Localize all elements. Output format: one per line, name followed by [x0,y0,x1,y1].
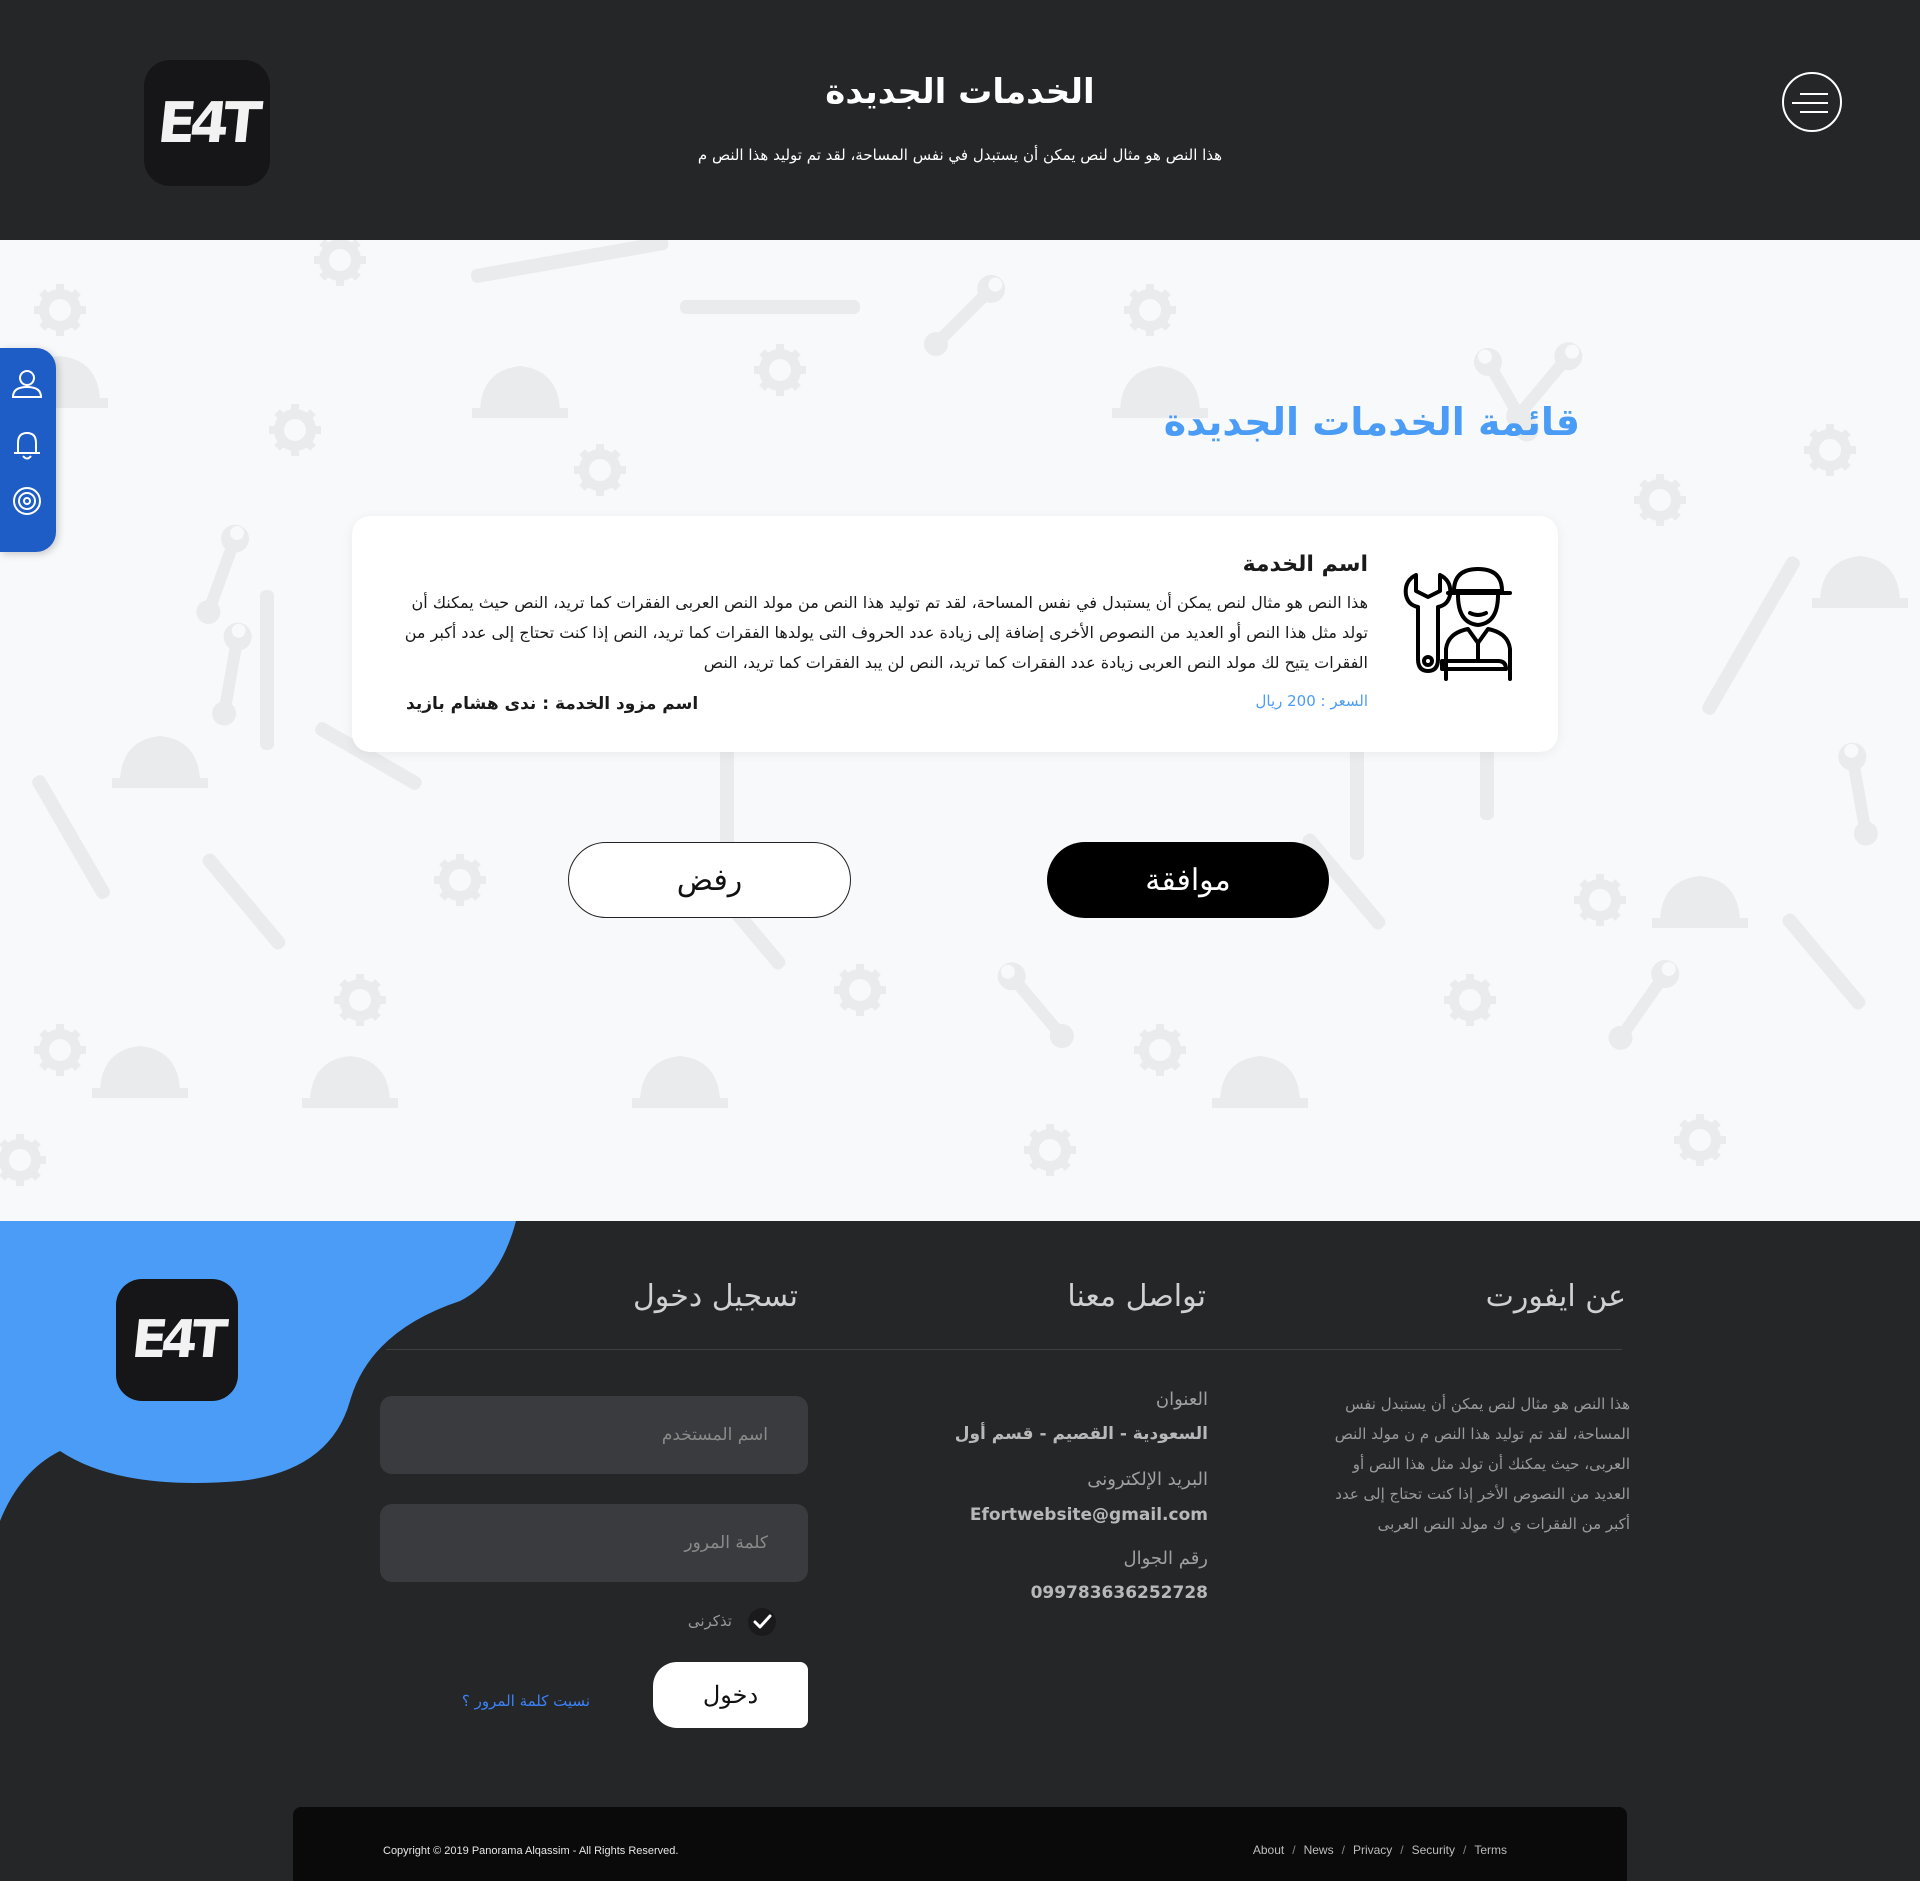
page-title: الخدمات الجديدة [825,72,1095,112]
side-toolbar [0,348,56,552]
link-separator: / [1462,1843,1467,1857]
service-provider: اسم مزود الخدمة : ندى هشام بازيد [406,694,699,714]
copyright-text: Copyright © 2019 Panorama Alqassim - All… [383,1845,679,1857]
main-content: قائمة الخدمات الجديدة اسم الخدمة هذا الن… [0,240,1920,1221]
email-value[interactable]: Efortwebsite@gmail.com [970,1505,1208,1525]
remember-me-checkbox[interactable] [748,1608,776,1636]
services-list-title: قائمة الخدمات الجديدة [1163,400,1580,444]
service-card[interactable]: اسم الخدمة هذا النص هو مثال لنص يمكن أن … [352,516,1558,752]
password-input[interactable] [380,1504,808,1582]
address-label: العنوان [1155,1389,1208,1410]
page-subtitle: هذا النص هو مثال لنص يمكن أن يستبدل في ن… [697,146,1223,164]
footer-blue-shape [0,1221,516,1521]
bell-icon[interactable] [10,428,44,462]
menu-line [1792,102,1828,104]
menu-line [1800,93,1828,95]
phone-value[interactable]: 099783636252728 [1031,1583,1208,1603]
link-separator: / [1292,1843,1296,1857]
remember-me-label: تذكرنى [687,1612,732,1630]
accept-button[interactable]: موافقة [1047,842,1329,918]
reject-button[interactable]: رفض [568,842,851,918]
footer-divider [386,1349,1622,1350]
footer-logo[interactable]: E4T [116,1279,238,1401]
technician-icon [1403,567,1512,681]
footer-logo-text: E4T [129,1310,225,1370]
service-description: هذا النص هو مثال لنص يمكن أن يستبدل في ن… [404,593,1368,672]
about-text: هذا النص هو مثال لنص يمكن أن يستبدل نفس … [1334,1395,1630,1533]
phone-label: رقم الجوال [1123,1548,1208,1569]
footer-links: About / News / Privacy / Security / Term… [1253,1843,1507,1857]
login-button[interactable]: دخول [653,1662,808,1728]
footer-link-news[interactable]: News [1304,1843,1334,1857]
footer-link-security[interactable]: Security [1412,1843,1455,1857]
link-separator: / [1341,1843,1345,1857]
user-icon[interactable] [10,366,44,400]
forgot-password-link[interactable]: نسيت كلمة المرور ؟ [420,1692,590,1710]
service-price: السعر : 200 ريال [1255,692,1368,710]
menu-button[interactable] [1782,72,1842,132]
checkmark-icon [753,1614,772,1629]
settings-icon[interactable] [10,484,44,518]
footer-link-terms[interactable]: Terms [1474,1843,1507,1857]
about-title: عن ايفورت [1485,1279,1626,1314]
footer: E4T عن ايفورت تواصل معنا تسجيل دخول هذا … [0,1221,1920,1881]
contact-title: تواصل معنا [1067,1279,1206,1314]
link-separator: / [1400,1843,1404,1857]
footer-link-privacy[interactable]: Privacy [1353,1843,1392,1857]
service-name: اسم الخدمة [1242,552,1368,577]
top-header: E4T الخدمات الجديدة هذا النص هو مثال لنص… [0,0,1920,240]
address-value: السعودية - القصيم - قسم أول [954,1424,1208,1444]
login-title: تسجيل دخول [633,1279,798,1314]
email-label: البريد الإلكترونى [1087,1469,1208,1490]
username-input[interactable] [380,1396,808,1474]
copyright-bar: Copyright © 2019 Panorama Alqassim - All… [293,1807,1627,1881]
footer-link-about[interactable]: About [1253,1843,1284,1857]
menu-line [1800,111,1828,113]
